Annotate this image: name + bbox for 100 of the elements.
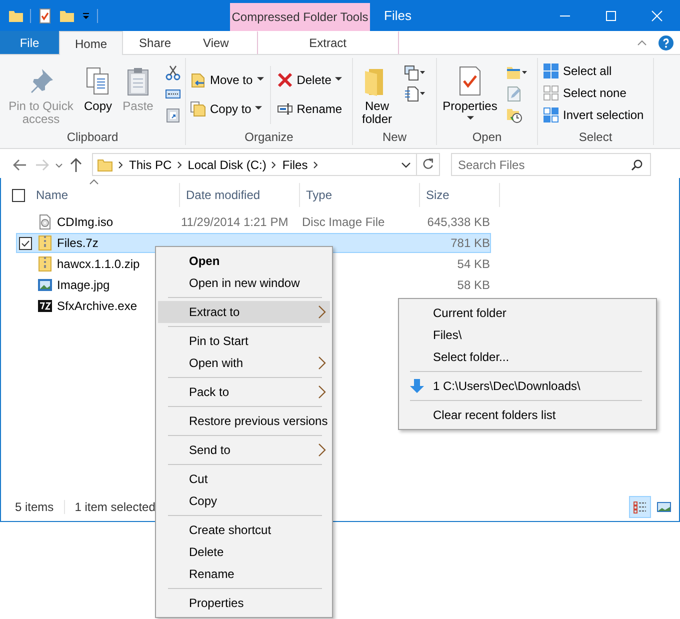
open-folder-icon[interactable]: [506, 65, 528, 81]
contextual-tab-group: Compressed Folder Tools: [232, 10, 368, 24]
menu-item[interactable]: Current folder: [401, 302, 654, 324]
image-file-icon: [37, 277, 53, 293]
size-cell-text: 58 KB: [456, 278, 490, 292]
file-name[interactable]: SfxArchive.exe: [57, 299, 138, 313]
delete-button[interactable]: Delete: [276, 70, 342, 89]
sort-caret-icon: [89, 179, 99, 185]
caret-icon: [335, 77, 342, 82]
zipped-folder-icon: [37, 235, 53, 251]
file-name[interactable]: hawcx.1.1.0.zip: [57, 257, 140, 271]
menu-item[interactable]: Open: [158, 250, 330, 272]
breadcrumb[interactable]: Local Disk (C:): [188, 158, 266, 172]
menu-item[interactable]: Send to: [158, 439, 330, 461]
history-icon[interactable]: [506, 107, 522, 123]
menu-item[interactable]: Copy: [158, 490, 330, 512]
rename-button[interactable]: Rename: [276, 99, 342, 118]
menu-item[interactable]: Open in new window: [158, 272, 330, 294]
properties-icon[interactable]: [37, 8, 53, 24]
paste-shortcut-icon[interactable]: [165, 107, 181, 123]
copy-to-button[interactable]: Copy to: [190, 99, 264, 118]
grid-icon: [543, 62, 559, 78]
menu-item[interactable]: Pack to: [158, 381, 330, 403]
select-button[interactable]: Invert selection: [543, 105, 644, 124]
caret-icon: [255, 106, 262, 111]
select-button[interactable]: Select all: [543, 61, 612, 80]
chevron-icon[interactable]: [117, 160, 125, 170]
rename-icon: [276, 100, 293, 116]
easy-access-icon[interactable]: [404, 86, 426, 102]
select-all-checkbox[interactable]: [12, 188, 25, 202]
ribbon-tab[interactable]: File: [0, 31, 59, 54]
download-arrow-icon: [409, 378, 425, 394]
file-name[interactable]: CDImg.iso: [57, 215, 114, 229]
menu-item[interactable]: Extract to: [158, 301, 330, 323]
chevron-icon[interactable]: [270, 160, 278, 170]
details-view-icon: [632, 499, 648, 515]
column-header[interactable]: Date modified: [180, 183, 300, 207]
search-icon: [631, 159, 643, 171]
menu-item[interactable]: Open with: [158, 352, 330, 374]
menu-item[interactable]: Rename: [158, 563, 330, 585]
date-cell: 11/29/2014 1:21 PM: [181, 215, 288, 229]
breadcrumb[interactable]: Files: [282, 158, 308, 172]
search-field[interactable]: Search Files: [451, 153, 651, 176]
menu-item[interactable]: Files\: [401, 324, 654, 346]
menu-item[interactable]: Create shortcut: [158, 519, 330, 541]
folder-icon: [97, 156, 113, 172]
grid-icon: [543, 84, 559, 100]
size-cell-text: 645,338 KB: [426, 215, 490, 229]
select-button[interactable]: Select none: [543, 83, 626, 102]
caret-icon: [466, 116, 474, 121]
ribbon-tab[interactable]: Extract: [256, 31, 399, 54]
grid-icon: [543, 106, 559, 122]
scissors-icon[interactable]: [165, 65, 181, 81]
window-title: Files: [384, 8, 412, 23]
menu-item[interactable]: Properties: [158, 592, 330, 614]
folder-arrow-icon: [190, 72, 206, 88]
group-label: Open: [471, 130, 503, 145]
menu-item[interactable]: Restore previous versions: [158, 410, 330, 432]
dropdown-icon[interactable]: [400, 160, 412, 170]
new-folder-button[interactable]: New folder: [357, 63, 397, 126]
menu-item[interactable]: Pin to Start: [158, 330, 330, 352]
group-label: Clipboard: [66, 130, 120, 145]
column-header[interactable]: Name: [30, 183, 180, 207]
folder-copy-icon: [190, 100, 206, 116]
caret-icon: [256, 77, 264, 82]
view-button[interactable]: [629, 496, 651, 518]
chevron-icon[interactable]: [312, 160, 320, 170]
menu-item[interactable]: Select folder...: [401, 346, 654, 368]
file-name[interactable]: Image.jpg: [57, 278, 110, 292]
group-label: Select: [578, 130, 614, 145]
chevron-icon[interactable]: [176, 160, 184, 170]
zipped-folder-icon: [37, 256, 53, 272]
copy-button[interactable]: Copy: [81, 63, 115, 113]
large-icons-view-icon: [656, 499, 672, 515]
help-icon[interactable]: [658, 34, 674, 50]
archive-exe-icon: [37, 298, 53, 314]
column-header[interactable]: Size: [420, 183, 500, 207]
menu-item[interactable]: 1 C:\Users\Dec\Downloads\: [401, 375, 654, 397]
move-to-button[interactable]: Move to: [190, 70, 264, 89]
menu-item[interactable]: Delete: [158, 541, 330, 563]
ribbon-tab[interactable]: Home: [59, 31, 124, 55]
delete-icon: [276, 72, 293, 88]
size-cell-text: 781 KB: [450, 236, 490, 250]
ribbon-tab[interactable]: Share: [123, 31, 188, 54]
type-cell: Disc Image File: [302, 215, 385, 229]
ribbon-tab[interactable]: View: [187, 31, 245, 54]
checkbox[interactable]: [19, 236, 32, 250]
item-count: 5 items: [15, 500, 54, 514]
breadcrumb[interactable]: This PC: [129, 158, 172, 172]
group-label: New: [381, 130, 408, 145]
column-header[interactable]: Type: [300, 183, 420, 207]
address-bar[interactable]: This PC Local Disk (C:) Files: [92, 153, 440, 176]
size-cell-text: 54 KB: [456, 257, 490, 271]
selection-count: 1 item selected: [74, 500, 156, 514]
menu-item[interactable]: Cut: [158, 468, 330, 490]
file-name[interactable]: Files.7z: [57, 236, 98, 250]
menu-item[interactable]: Clear recent folders list: [401, 404, 654, 426]
properties-button[interactable]: Properties: [441, 63, 499, 121]
disc-file-icon: [37, 214, 53, 230]
new-item-icon[interactable]: [404, 65, 426, 81]
